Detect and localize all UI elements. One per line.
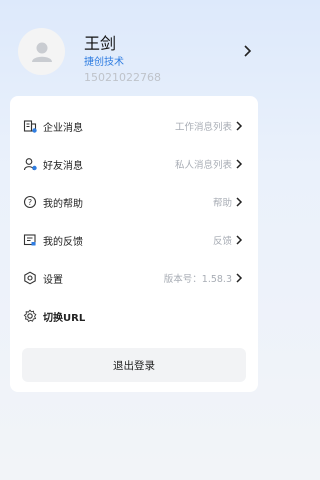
- menu-item-label: 设置: [43, 274, 63, 286]
- chevron-right-icon: [236, 121, 243, 131]
- chevron-right-icon[interactable]: [241, 44, 253, 58]
- settings-icon: [23, 271, 37, 285]
- menu-item-label: 我的帮助: [43, 198, 83, 210]
- menu-item-my-feedback[interactable]: 我的反馈 反馈: [10, 222, 258, 258]
- svg-text:?: ?: [28, 198, 32, 207]
- avatar[interactable]: [18, 28, 65, 75]
- phone-number: 15021022768: [84, 71, 161, 84]
- menu-card: 企业消息 工作消息列表 好友消息 私人消息列表 ? 我的帮助 帮助 我的反馈 反…: [10, 96, 258, 392]
- menu-item-label: 切换URL: [43, 312, 86, 324]
- menu-item-settings[interactable]: 设置 版本号：1.58.3: [10, 260, 258, 296]
- help-circle-icon: ?: [23, 195, 37, 209]
- chevron-right-icon: [236, 273, 243, 283]
- menu-item-value: 版本号：1.58.3: [163, 274, 232, 285]
- menu-item-my-help[interactable]: ? 我的帮助 帮助: [10, 184, 258, 220]
- menu-item-label: 好友消息: [43, 160, 83, 172]
- person-icon: [23, 157, 37, 171]
- menu-item-switch-url[interactable]: 切换URL: [10, 298, 258, 334]
- menu-item-value: 私人消息列表: [174, 160, 232, 171]
- user-avatar-icon: [31, 42, 52, 62]
- menu-item-label: 我的反馈: [43, 236, 83, 248]
- feedback-icon: [23, 233, 37, 247]
- company-name: 捷创技术: [84, 57, 124, 68]
- profile-header[interactable]: 王剑 捷创技术 15021022768: [0, 0, 270, 96]
- menu-item-label: 企业消息: [43, 122, 83, 134]
- menu-item-enterprise-messages[interactable]: 企业消息 工作消息列表: [10, 108, 258, 144]
- menu-item-value: 反馈: [212, 236, 232, 247]
- switch-icon: [23, 309, 37, 323]
- menu-item-value: 帮助: [212, 198, 232, 209]
- logout-button[interactable]: 退出登录: [22, 348, 246, 382]
- building-icon: [23, 119, 37, 133]
- user-name: 王剑: [84, 34, 117, 53]
- menu-item-friend-messages[interactable]: 好友消息 私人消息列表: [10, 146, 258, 182]
- menu-item-value: 工作消息列表: [174, 122, 232, 133]
- chevron-right-icon: [236, 159, 243, 169]
- chevron-right-icon: [236, 197, 243, 207]
- chevron-right-icon: [236, 235, 243, 245]
